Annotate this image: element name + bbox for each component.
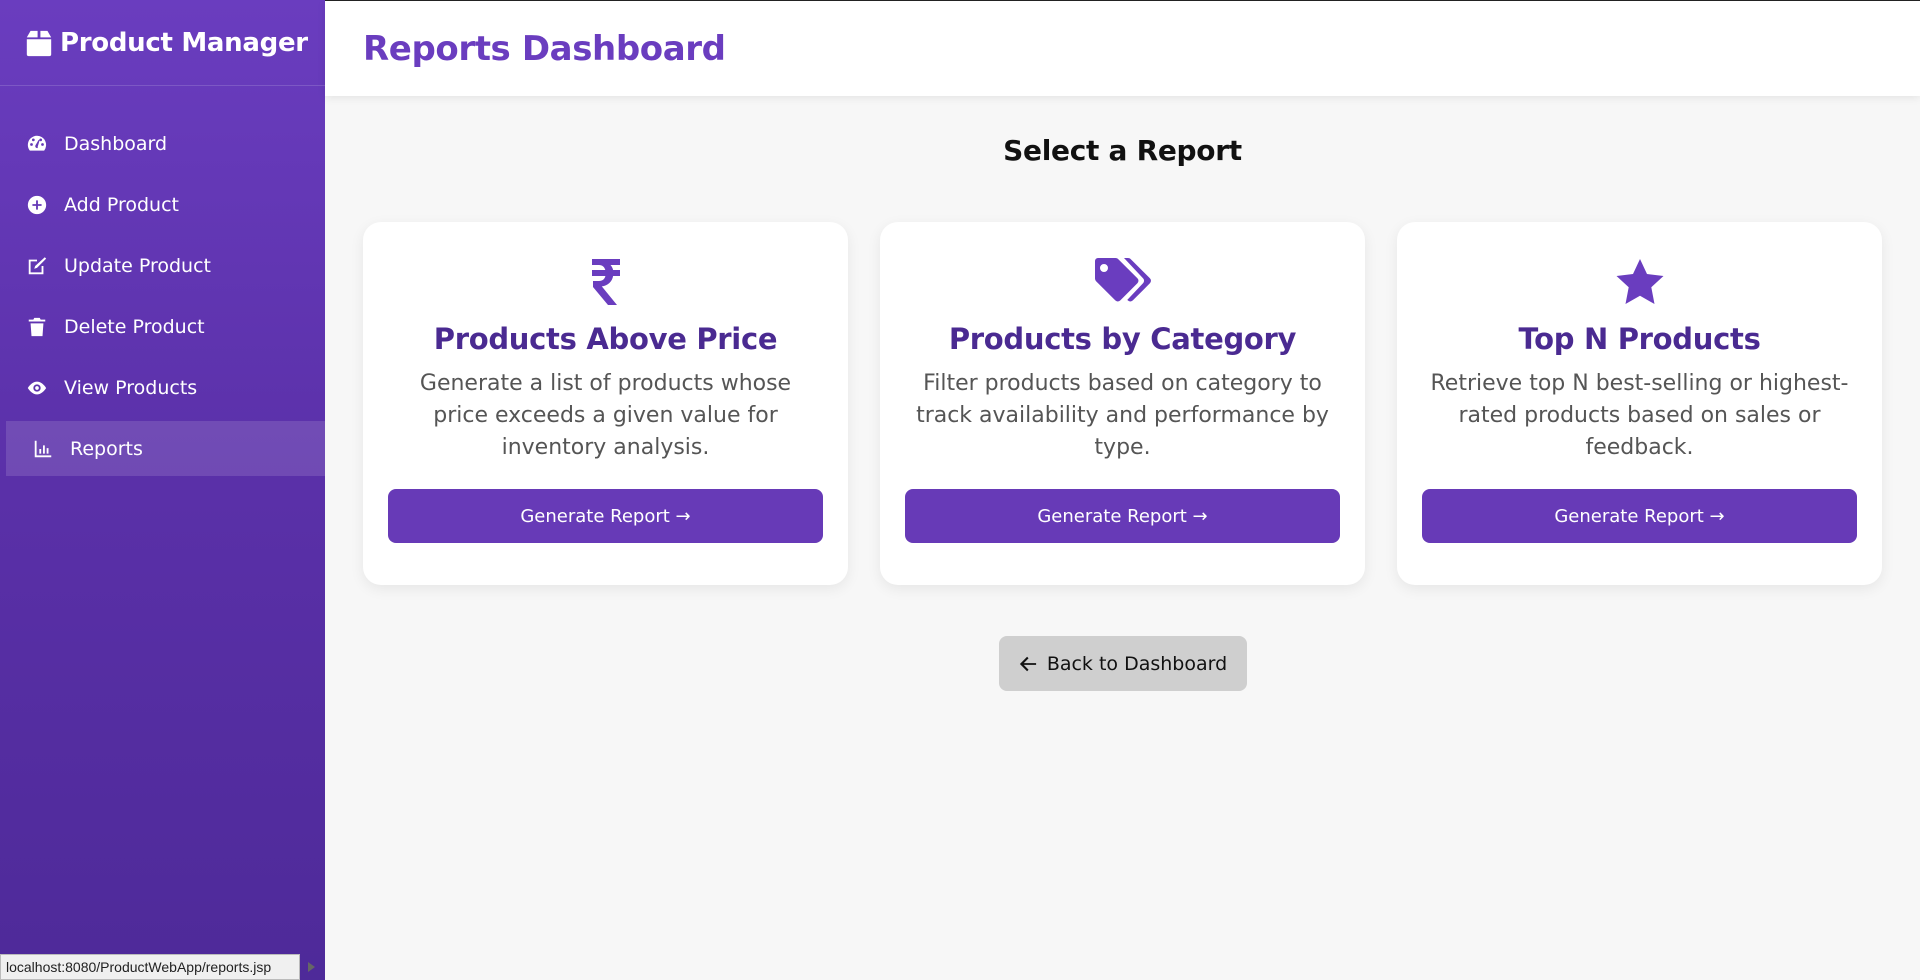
- brand[interactable]: Product Manager: [0, 0, 325, 86]
- chart-bar-icon: [30, 437, 56, 461]
- card-description: Generate a list of products whose price …: [419, 371, 792, 460]
- card-title: Products by Category: [948, 322, 1297, 356]
- page-title: Reports Dashboard: [363, 28, 726, 69]
- sidebar-item-update-product[interactable]: Update Product: [0, 238, 325, 293]
- plus-circle-icon: [24, 193, 50, 217]
- gauge-icon: [24, 132, 50, 156]
- sidebar-item-view-products[interactable]: View Products: [0, 360, 325, 415]
- browser-status-url: localhost:8080/ProductWebApp/reports.jsp: [0, 954, 300, 980]
- card-title: Products Above Price: [433, 322, 778, 356]
- page-header: Reports Dashboard: [325, 0, 1920, 96]
- trash-icon: [24, 315, 50, 339]
- card-description: Retrieve top N best-selling or highest-r…: [1430, 371, 1849, 460]
- sidebar-item-label: Update Product: [64, 254, 211, 277]
- report-card-products-above-price: Products Above Price Generate a list of …: [363, 222, 848, 585]
- sidebar-item-add-product[interactable]: Add Product: [0, 177, 325, 232]
- sidebar-item-label: Dashboard: [64, 132, 168, 155]
- edit-icon: [24, 254, 50, 278]
- star-icon: [1422, 256, 1857, 308]
- sidebar-item-reports[interactable]: Reports: [6, 421, 325, 476]
- report-card-top-n-products: Top N Products Retrieve top N best-selli…: [1397, 222, 1882, 585]
- sidebar-item-delete-product[interactable]: Delete Product: [0, 299, 325, 354]
- sidebar-item-label: Reports: [70, 437, 143, 460]
- sidebar-item-label: Delete Product: [64, 315, 205, 338]
- generate-report-button[interactable]: Generate Report →: [388, 489, 823, 543]
- generate-report-button[interactable]: Generate Report →: [1422, 489, 1857, 543]
- box-icon: [26, 30, 52, 56]
- arrow-left-icon: [1019, 656, 1036, 671]
- brand-name: Product Manager: [60, 27, 308, 58]
- sidebar-item-label: View Products: [64, 376, 198, 399]
- generate-report-button[interactable]: Generate Report →: [905, 489, 1340, 543]
- back-to-dashboard-button[interactable]: Back to Dashboard: [999, 636, 1247, 691]
- sidebar-nav: Dashboard Add Product Update Product Del…: [0, 86, 325, 476]
- report-cards: Products Above Price Generate a list of …: [363, 222, 1882, 585]
- rupee-icon: [388, 256, 823, 308]
- sidebar: Product Manager Dashboard Add Product Up…: [0, 0, 325, 980]
- main-content: Select a Report Products Above Price Gen…: [325, 96, 1920, 980]
- card-description: Filter products based on category to tra…: [916, 371, 1329, 460]
- eye-icon: [24, 376, 50, 400]
- section-title: Select a Report: [1003, 134, 1242, 167]
- sidebar-item-dashboard[interactable]: Dashboard: [0, 116, 325, 171]
- status-arrow-icon: [308, 962, 315, 972]
- card-title: Top N Products: [1518, 322, 1761, 356]
- sidebar-item-label: Add Product: [64, 193, 179, 216]
- back-button-label: Back to Dashboard: [1046, 652, 1228, 675]
- tags-icon: [905, 256, 1340, 308]
- report-card-products-by-category: Products by Category Filter products bas…: [880, 222, 1365, 585]
